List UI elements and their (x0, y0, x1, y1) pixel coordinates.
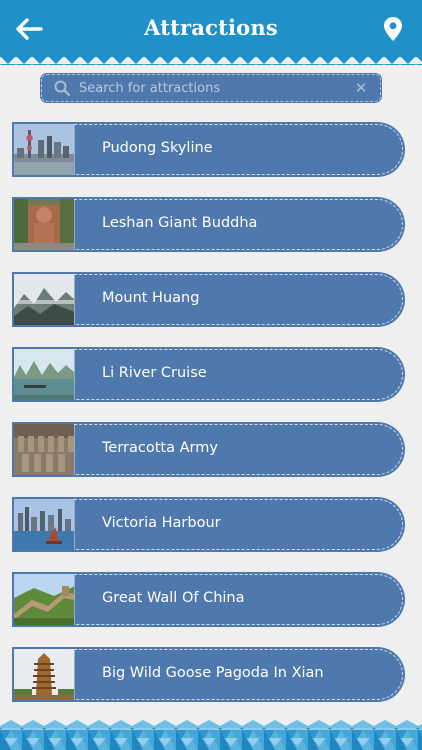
list-item[interactable]: Terracotta Army (13, 423, 405, 476)
pagoda-photo (14, 649, 75, 700)
list-item-label: Pudong Skyline (102, 140, 213, 156)
search-input[interactable] (73, 75, 351, 101)
list-item[interactable]: Victoria Harbour (13, 498, 405, 551)
mountain-photo (14, 274, 75, 325)
list-item[interactable]: Big Wild Goose Pagoda In Xian (13, 648, 405, 701)
attractions-list: Pudong Skyline Leshan Giant Buddha Mount… (13, 123, 405, 723)
terracotta-photo (14, 424, 75, 475)
list-item-label: Li River Cruise (102, 365, 207, 381)
harbour-photo (14, 499, 75, 550)
list-item[interactable]: Pudong Skyline (13, 123, 405, 176)
city-skyline-photo (14, 124, 75, 175)
list-item-label: Mount Huang (102, 290, 200, 306)
list-item-label: Victoria Harbour (102, 515, 221, 531)
page-title: Attractions (144, 15, 278, 40)
map-pin-icon (384, 17, 402, 41)
list-item-label: Big Wild Goose Pagoda In Xian (102, 665, 324, 681)
buddha-statue-photo (14, 199, 75, 250)
footer-pattern (0, 720, 422, 750)
list-item[interactable]: Mount Huang (13, 273, 405, 326)
magnifier-icon[interactable] (51, 77, 73, 99)
close-icon[interactable]: ✕ (351, 78, 371, 98)
list-item[interactable]: Great Wall Of China (13, 573, 405, 626)
list-item[interactable]: Li River Cruise (13, 348, 405, 401)
list-item-label: Great Wall Of China (102, 590, 245, 606)
list-item[interactable]: Leshan Giant Buddha (13, 198, 405, 251)
list-item-label: Terracotta Army (102, 440, 218, 456)
river-karst-photo (14, 349, 75, 400)
app-header: Attractions (0, 0, 422, 66)
list-item-label: Leshan Giant Buddha (102, 215, 258, 231)
location-button[interactable] (380, 14, 406, 44)
great-wall-photo (14, 574, 75, 625)
search-bar: ✕ (41, 74, 381, 102)
